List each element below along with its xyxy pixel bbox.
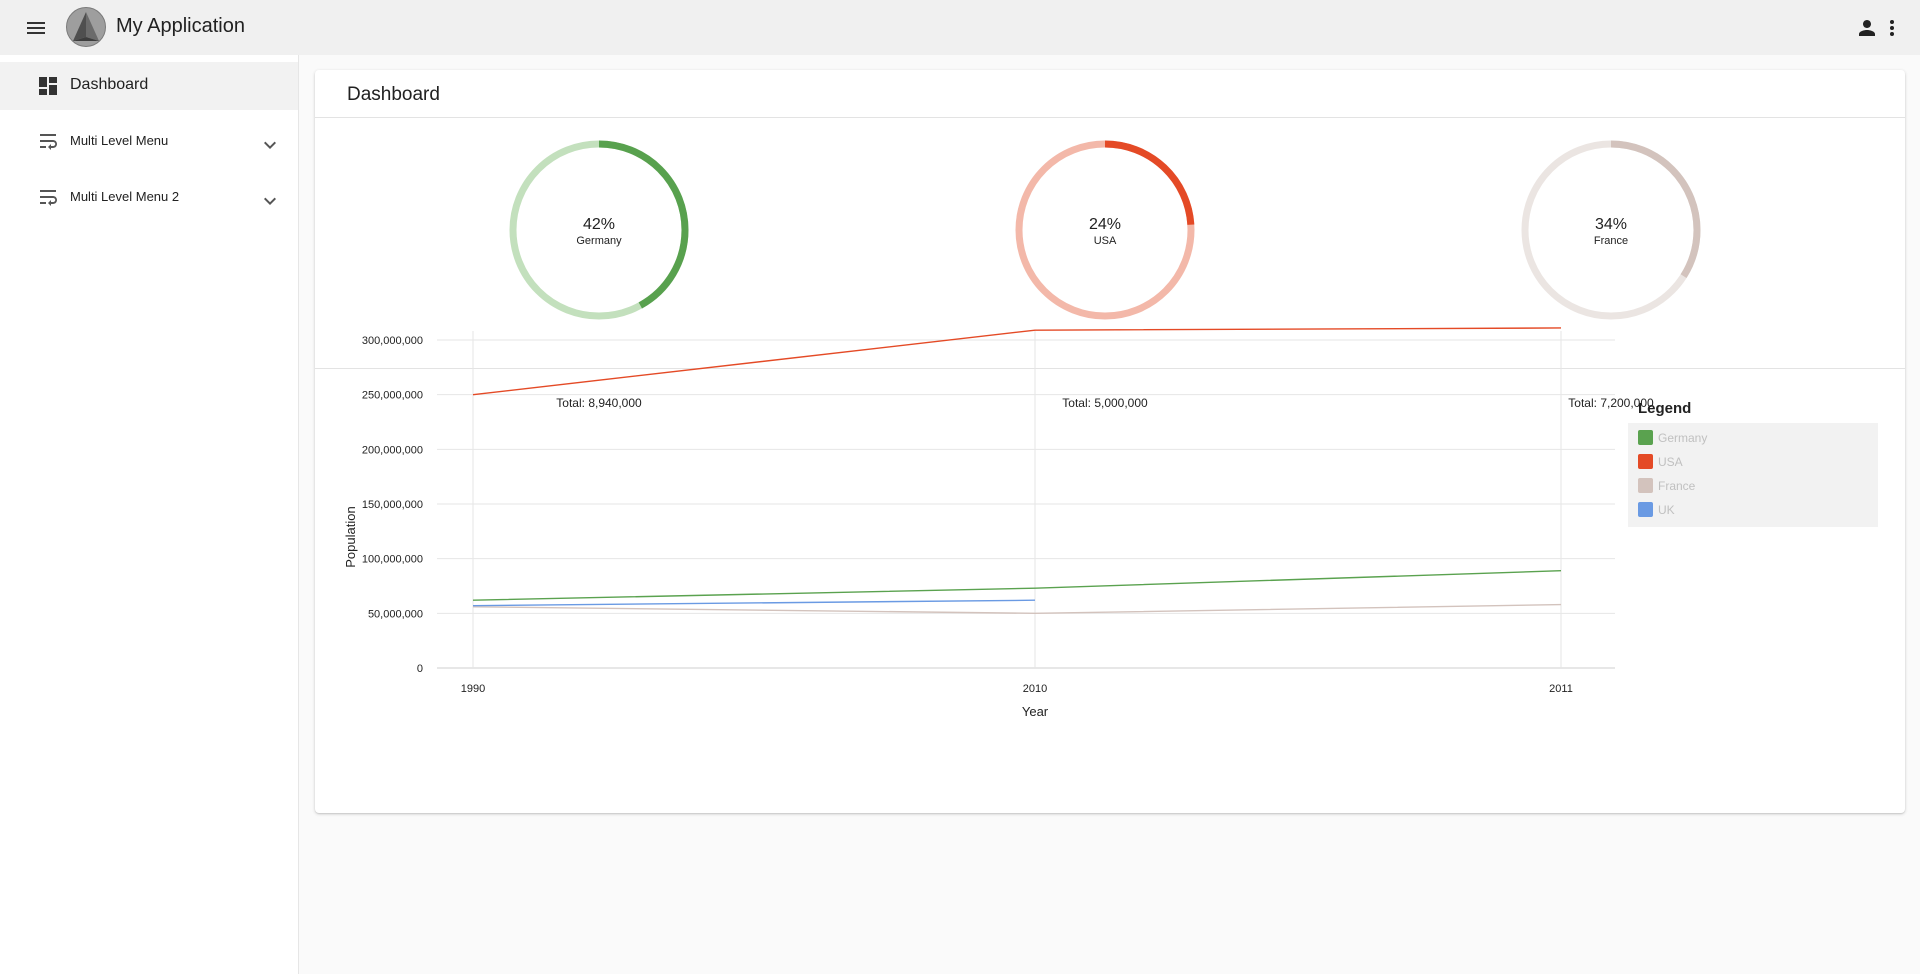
sidebar: Dashboard Multi Level Menu Multi Level M… <box>0 55 299 974</box>
chevron-down-icon[interactable] <box>258 133 282 157</box>
legend-label: France <box>1658 479 1696 493</box>
menu-icon[interactable] <box>24 16 48 40</box>
series-line-usa <box>472 327 1562 396</box>
y-tick-label: 0 <box>417 663 423 675</box>
dashboard-card: Dashboard 42% Germany Total: 8,940,000 2… <box>315 70 1905 813</box>
y-tick-label: 50,000,000 <box>368 608 423 620</box>
dashboard-icon <box>36 74 60 98</box>
wrap-text-icon <box>36 185 60 209</box>
y-tick-label: 100,000,000 <box>362 554 423 566</box>
legend-swatch <box>1638 478 1653 493</box>
sidebar-item-multi-level-menu-2[interactable]: Multi Level Menu 2 <box>0 173 298 221</box>
y-tick-label: 200,000,000 <box>362 444 423 456</box>
sidebar-item-label: Dashboard <box>70 76 149 93</box>
x-tick-label: 2011 <box>1549 683 1573 695</box>
legend-swatch <box>1638 454 1653 469</box>
app-title: My Application <box>116 15 245 37</box>
series-line-uk <box>472 599 1036 607</box>
legend-swatch <box>1638 430 1653 445</box>
sidebar-item-label: Multi Level Menu <box>70 133 169 148</box>
wrap-text-icon <box>36 129 60 153</box>
legend-label: USA <box>1658 455 1683 469</box>
x-axis-label: Year <box>1022 704 1049 719</box>
series-line-germany <box>472 569 1562 601</box>
y-tick-label: 300,000,000 <box>362 335 423 347</box>
chart-legend: Germany USA France UK <box>1628 423 1878 527</box>
sidebar-item-multi-level-menu[interactable]: Multi Level Menu <box>0 117 298 165</box>
sidebar-item-label: Multi Level Menu 2 <box>70 189 180 204</box>
y-tick-label: 150,000,000 <box>362 499 423 511</box>
legend-label: UK <box>1658 503 1675 517</box>
legend-label: Germany <box>1658 431 1708 445</box>
legend-title: Legend <box>1638 400 1692 417</box>
legend-swatch <box>1638 502 1653 517</box>
top-app-bar: My Application <box>0 0 1920 55</box>
series-line-france <box>472 603 1562 615</box>
chevron-down-icon[interactable] <box>258 189 282 213</box>
logo-icon <box>66 7 106 47</box>
y-tick-label: 250,000,000 <box>362 390 423 402</box>
y-axis-label: Population <box>343 506 358 567</box>
more-vert-icon[interactable] <box>1880 16 1904 40</box>
x-tick-label: 1990 <box>461 683 485 695</box>
sidebar-item-dashboard[interactable]: Dashboard <box>0 62 298 110</box>
x-tick-label: 2010 <box>1023 683 1047 695</box>
person-icon[interactable] <box>1855 16 1879 40</box>
